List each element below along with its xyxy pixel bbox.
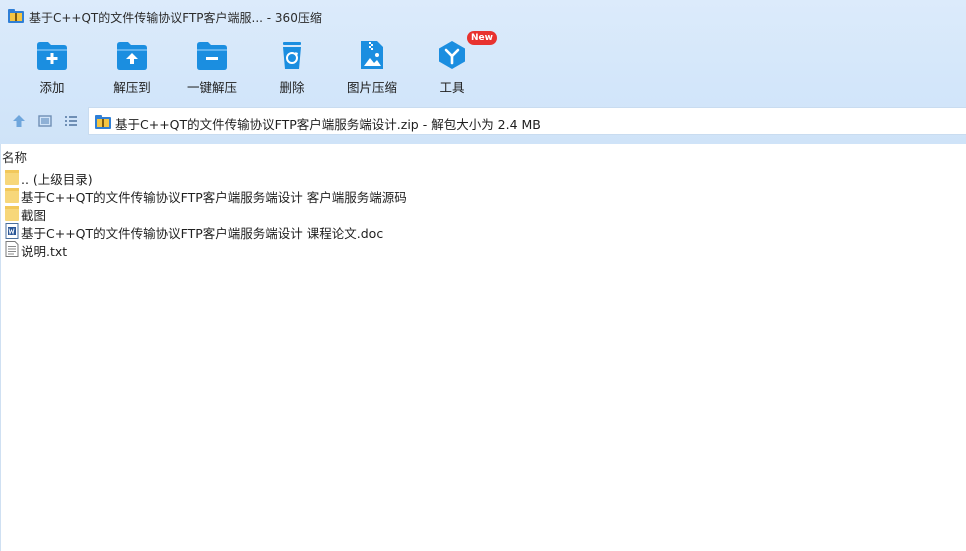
list-item[interactable]: 基于C++QT的文件传输协议FTP客户端服务端设计 课程论文.doc xyxy=(1,222,966,241)
app-window: 基于C++QT的文件传输协议FTP客户端服... - 360压缩 添加 解压到 … xyxy=(0,0,966,551)
add-button[interactable]: 添加 xyxy=(12,36,92,98)
archive-path-text: 基于C++QT的文件传输协议FTP客户端服务端设计.zip - 解包大小为 2.… xyxy=(115,117,541,132)
extract-to-button[interactable]: 解压到 xyxy=(92,36,172,98)
path-bar[interactable]: 基于C++QT的文件传输协议FTP客户端服务端设计.zip - 解包大小为 2.… xyxy=(88,107,966,135)
tools-button[interactable]: New 工具 xyxy=(412,31,497,98)
list-item[interactable]: 说明.txt xyxy=(1,240,966,259)
word-document-icon xyxy=(5,223,19,239)
one-click-extract-icon xyxy=(197,42,227,70)
one-click-extract-label: 一键解压 xyxy=(186,80,237,95)
tools-icon xyxy=(439,41,465,69)
window-chrome: 基于C++QT的文件传输协议FTP客户端服... - 360压缩 添加 解压到 … xyxy=(0,0,966,144)
add-label: 添加 xyxy=(39,80,65,95)
list-item[interactable]: .. (上级目录) xyxy=(1,168,966,187)
folder-icon xyxy=(5,170,19,185)
title-bar: 基于C++QT的文件传输协议FTP客户端服... - 360压缩 xyxy=(0,0,966,32)
delete-label: 删除 xyxy=(279,80,305,95)
up-arrow-icon[interactable] xyxy=(11,113,27,129)
add-folder-icon xyxy=(37,42,67,70)
delete-button[interactable]: 删除 xyxy=(252,36,332,98)
navigation-row: 基于C++QT的文件传输协议FTP客户端服务端设计.zip - 解包大小为 2.… xyxy=(0,106,966,136)
list-item[interactable]: 基于C++QT的文件传输协议FTP客户端服务端设计 客户端服务端源码 xyxy=(1,186,966,205)
extract-to-icon xyxy=(117,42,147,70)
list-view-icon[interactable] xyxy=(63,113,79,129)
toolbar: 添加 解压到 一键解压 删除 图片压缩 New 工具 xyxy=(0,31,966,98)
text-file-icon xyxy=(5,241,19,257)
image-compress-button[interactable]: 图片压缩 xyxy=(332,36,412,98)
column-header-name[interactable]: 名称 xyxy=(2,147,27,166)
one-click-extract-button[interactable]: 一键解压 xyxy=(172,36,252,98)
archive-app-icon xyxy=(8,9,24,23)
window-title: 基于C++QT的文件传输协议FTP客户端服... - 360压缩 xyxy=(29,11,322,25)
folder-icon xyxy=(5,188,19,203)
tools-label: 工具 xyxy=(439,80,465,95)
image-compress-icon xyxy=(361,41,383,69)
list-item[interactable]: 截图 xyxy=(1,204,966,223)
zip-archive-icon xyxy=(95,115,111,129)
file-list: 名称 .. (上级目录) 基于C++QT的文件传输协议FTP客户端服务端设计 客… xyxy=(0,144,966,551)
folder-icon xyxy=(5,206,19,221)
extract-to-label: 解压到 xyxy=(113,80,151,95)
thumbnail-view-icon[interactable] xyxy=(37,113,53,129)
list-item-name: 说明.txt xyxy=(21,244,68,259)
recycle-bin-icon xyxy=(283,42,301,69)
new-badge: New xyxy=(467,31,497,45)
image-compress-label: 图片压缩 xyxy=(346,80,397,95)
